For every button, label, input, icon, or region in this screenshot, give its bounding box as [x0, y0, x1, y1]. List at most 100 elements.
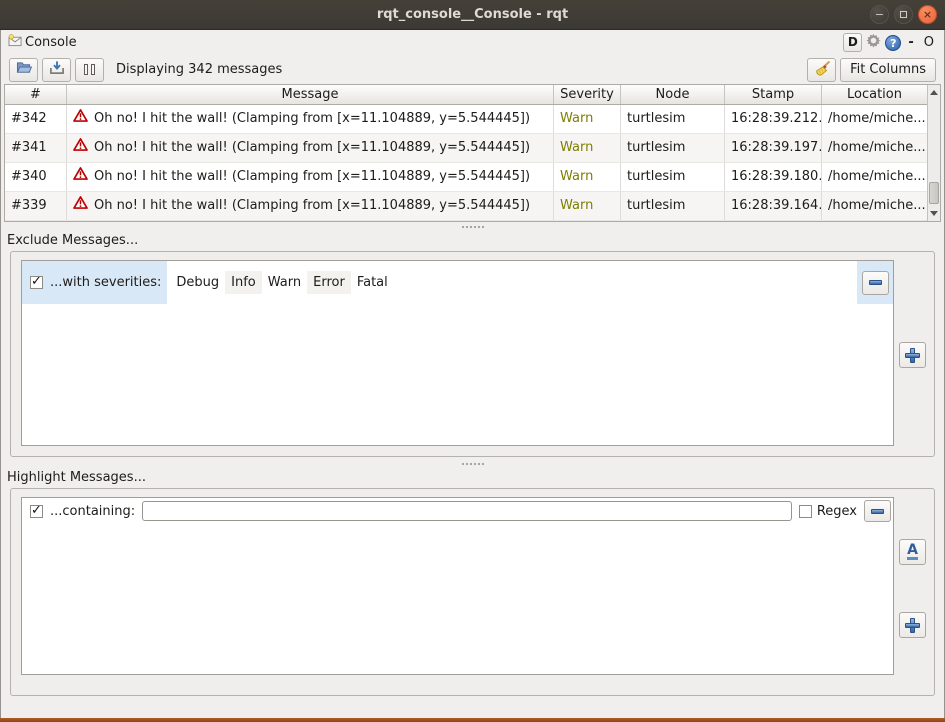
cell-node: turtlesim	[621, 134, 725, 162]
cell-stamp: 16:28:39.197...	[725, 134, 822, 162]
cell-message: Oh no! I hit the wall! (Clamping from [x…	[67, 192, 554, 220]
remove-exclude-filter-button[interactable]	[862, 271, 889, 295]
cell-message: Oh no! I hit the wall! (Clamping from [x…	[67, 105, 554, 133]
cell-stamp: 16:28:39.212...	[725, 105, 822, 133]
cell-severity: Warn	[554, 163, 621, 191]
exclude-filter-remove-wrap	[857, 261, 893, 304]
severity-item-info[interactable]: Info	[225, 271, 262, 294]
settings-gear-icon[interactable]	[866, 33, 881, 52]
table-row[interactable]: #341 Oh no! I hit the wall! (Clamping fr…	[5, 134, 927, 163]
scrollbar-thumb[interactable]	[929, 182, 939, 204]
cell-location: /home/miche...	[822, 192, 927, 220]
window-titlebar[interactable]: rqt_console__Console - rqt − ×	[0, 0, 945, 30]
maximize-icon	[900, 11, 907, 18]
close-button[interactable]: ×	[918, 5, 937, 24]
rqt-window: Console D ? - O	[0, 30, 945, 718]
warning-triangle-icon	[73, 192, 88, 220]
containing-text-input[interactable]	[142, 501, 792, 521]
regex-checkbox[interactable]	[799, 505, 812, 518]
exclude-filter-label: ...with severities:	[50, 275, 161, 290]
severity-item-debug[interactable]: Debug	[170, 271, 225, 294]
minimize-button[interactable]: −	[870, 5, 889, 24]
remove-highlight-filter-button[interactable]	[864, 500, 891, 522]
column-header-location[interactable]: Location	[822, 85, 927, 104]
cell-node: turtlesim	[621, 163, 725, 191]
highlight-filter-list: ✓ ...containing: Regex	[21, 497, 894, 675]
table-scrollbar[interactable]	[927, 85, 940, 221]
table-header: # Message Severity Node Stamp Location	[5, 85, 927, 105]
message-table-main: # Message Severity Node Stamp Location #…	[5, 85, 927, 221]
highlighter-icon: A	[907, 544, 918, 560]
exclude-severity-filter-row[interactable]: ✓ ...with severities: Debug Info Warn Er…	[22, 261, 893, 304]
help-icon[interactable]: ?	[885, 35, 901, 51]
severity-item-warn[interactable]: Warn	[262, 271, 307, 294]
save-icon	[48, 60, 66, 79]
exclude-groupbox: ✓ ...with severities: Debug Info Warn Er…	[10, 251, 935, 457]
desktop-edge	[0, 718, 945, 722]
cell-num: #342	[5, 105, 67, 133]
splitter-handle-bottom[interactable]	[1, 459, 944, 469]
cell-severity: Warn	[554, 192, 621, 220]
column-header-num[interactable]: #	[5, 85, 67, 104]
cell-severity: Warn	[554, 134, 621, 162]
table-row[interactable]: #342 Oh no! I hit the wall! (Clamping fr…	[5, 105, 927, 134]
warning-triangle-icon	[73, 134, 88, 162]
cell-location: /home/miche...	[822, 163, 927, 191]
splitter-dots	[461, 462, 485, 466]
regex-option: Regex	[799, 504, 857, 519]
cell-stamp: 16:28:39.180...	[725, 163, 822, 191]
message-text: Oh no! I hit the wall! (Clamping from [x…	[94, 105, 530, 133]
fit-columns-button[interactable]: Fit Columns	[840, 58, 936, 82]
window-controls: − ×	[870, 5, 937, 24]
highlight-toggle-button[interactable]: A	[899, 539, 926, 565]
column-header-severity[interactable]: Severity	[554, 85, 621, 104]
cell-node: turtlesim	[621, 192, 725, 220]
severity-item-error[interactable]: Error	[307, 271, 351, 294]
pause-button[interactable]	[75, 58, 104, 82]
open-folder-icon	[15, 60, 33, 79]
table-row[interactable]: #340 Oh no! I hit the wall! (Clamping fr…	[5, 163, 927, 192]
table-row[interactable]: #339 Oh no! I hit the wall! (Clamping fr…	[5, 192, 927, 221]
pause-icon	[84, 64, 95, 75]
column-header-message[interactable]: Message	[67, 85, 554, 104]
maximize-button[interactable]	[894, 5, 913, 24]
console-plugin-icon	[8, 34, 23, 51]
check-icon: ✓	[31, 274, 42, 289]
plus-icon	[905, 348, 920, 363]
severity-item-fatal[interactable]: Fatal	[351, 271, 394, 294]
highlight-filter-enabled-checkbox[interactable]: ✓	[30, 505, 43, 518]
column-header-node[interactable]: Node	[621, 85, 725, 104]
dock-minimize-button[interactable]: -	[905, 35, 916, 50]
scroll-down-icon[interactable]	[928, 206, 940, 221]
scrollbar-track[interactable]	[928, 100, 940, 206]
highlight-section-label: Highlight Messages...	[1, 469, 944, 488]
exclude-section-label: Exclude Messages...	[1, 232, 944, 251]
column-header-stamp[interactable]: Stamp	[725, 85, 822, 104]
splitter-handle-top[interactable]	[1, 222, 944, 232]
exclude-filter-left: ✓ ...with severities:	[22, 261, 167, 304]
dock-float-button[interactable]: O	[921, 35, 937, 50]
scroll-up-icon[interactable]	[928, 85, 940, 100]
detach-plugin-button[interactable]: D	[843, 33, 862, 52]
dock-header: Console D ? - O	[1, 30, 944, 55]
severity-list: Debug Info Warn Error Fatal	[167, 261, 857, 304]
regex-label: Regex	[817, 504, 857, 519]
cell-location: /home/miche...	[822, 105, 927, 133]
load-messages-button[interactable]	[9, 58, 38, 82]
cell-message: Oh no! I hit the wall! (Clamping from [x…	[67, 134, 554, 162]
clear-messages-button[interactable]	[807, 58, 836, 82]
window-title: rqt_console__Console - rqt	[377, 7, 568, 22]
cell-node: turtlesim	[621, 105, 725, 133]
splitter-dots	[461, 225, 485, 229]
add-highlight-filter-button[interactable]	[899, 612, 926, 638]
minus-icon	[871, 509, 884, 514]
save-messages-button[interactable]	[42, 58, 71, 82]
exclude-filter-enabled-checkbox[interactable]: ✓	[30, 276, 43, 289]
warning-triangle-icon	[73, 105, 88, 133]
add-exclude-filter-button[interactable]	[899, 342, 926, 368]
exclude-filter-list: ✓ ...with severities: Debug Info Warn Er…	[21, 260, 894, 446]
cell-message: Oh no! I hit the wall! (Clamping from [x…	[67, 163, 554, 191]
highlight-containing-filter-row[interactable]: ✓ ...containing: Regex	[22, 498, 893, 524]
cell-num: #341	[5, 134, 67, 162]
message-text: Oh no! I hit the wall! (Clamping from [x…	[94, 163, 530, 191]
